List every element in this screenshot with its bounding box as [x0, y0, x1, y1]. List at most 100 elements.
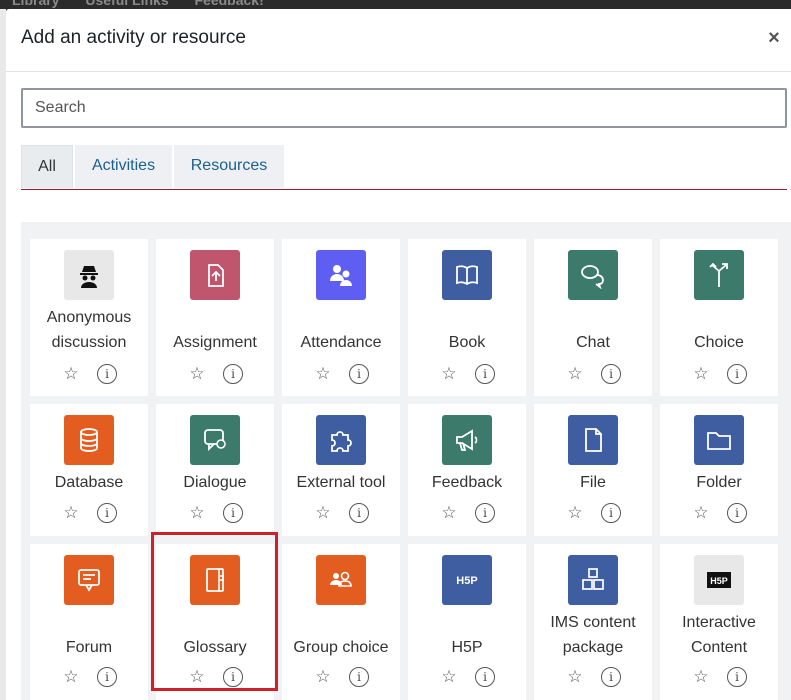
star-icon[interactable]: ☆ — [60, 363, 82, 385]
tile-label: Choice — [694, 334, 744, 351]
modal-title: Add an activity or resource — [21, 27, 246, 48]
activity-grid: Anonymous discussion ☆ i Assignment ☆ i … — [21, 222, 791, 700]
star-icon[interactable]: ☆ — [564, 502, 586, 524]
close-button[interactable]: × — [763, 25, 785, 51]
tile-label: Dialogue — [183, 474, 247, 491]
tile-attendance[interactable]: Attendance ☆ i — [282, 239, 400, 396]
tile-interactive-content[interactable]: H5P Interactive Content ☆ i — [660, 544, 778, 700]
package-icon — [568, 555, 618, 605]
tile-label: H5P — [451, 639, 483, 656]
tile-file[interactable]: File ☆ i — [534, 404, 652, 536]
tile-label: Book — [448, 334, 486, 351]
tile-ims-content-package[interactable]: IMS content package ☆ i — [534, 544, 652, 700]
tile-external-tool[interactable]: External tool ☆ i — [282, 404, 400, 536]
signpost-icon — [694, 250, 744, 300]
star-icon[interactable]: ☆ — [186, 502, 208, 524]
tab-resources[interactable]: Resources — [174, 145, 284, 188]
tile-label: Folder — [696, 474, 742, 491]
star-icon[interactable]: ☆ — [438, 363, 460, 385]
info-icon[interactable]: i — [223, 503, 243, 523]
tile-label-line1: Interactive — [682, 614, 756, 631]
tile-label: Database — [54, 474, 124, 491]
info-icon[interactable]: i — [601, 503, 621, 523]
tile-group-choice[interactable]: Group choice ☆ i — [282, 544, 400, 700]
tile-label: Forum — [65, 639, 113, 656]
tile-choice[interactable]: Choice ☆ i — [660, 239, 778, 396]
tile-folder[interactable]: Folder ☆ i — [660, 404, 778, 536]
info-icon[interactable]: i — [601, 364, 621, 384]
folder-icon — [694, 415, 744, 465]
nav-feedback: Feedback! — [194, 0, 264, 8]
tile-label: External tool — [296, 474, 386, 491]
modal-header: Add an activity or resource × — [6, 9, 791, 72]
tab-all[interactable]: All — [21, 145, 73, 188]
book-icon — [442, 250, 492, 300]
database-icon — [64, 415, 114, 465]
info-icon[interactable]: i — [727, 667, 747, 687]
tile-h5p[interactable]: H5P H5P ☆ i — [408, 544, 526, 700]
people-icon — [316, 250, 366, 300]
group-icon — [316, 555, 366, 605]
tile-forum[interactable]: Forum ☆ i — [30, 544, 148, 700]
info-icon[interactable]: i — [349, 364, 369, 384]
tile-feedback[interactable]: Feedback ☆ i — [408, 404, 526, 536]
h5p-dark-icon: H5P — [694, 555, 744, 605]
info-icon[interactable]: i — [349, 667, 369, 687]
info-icon[interactable]: i — [349, 503, 369, 523]
info-icon[interactable]: i — [475, 364, 495, 384]
tile-label: Group choice — [293, 639, 389, 656]
info-icon[interactable]: i — [97, 503, 117, 523]
glossary-highlight-box — [151, 532, 278, 691]
search-input[interactable] — [21, 88, 787, 128]
tile-label-line2: Content — [690, 639, 748, 656]
tile-label: Attendance — [300, 334, 382, 351]
tile-label-line2: package — [562, 639, 624, 656]
tile-assignment[interactable]: Assignment ☆ i — [156, 239, 274, 396]
star-icon[interactable]: ☆ — [60, 502, 82, 524]
info-icon[interactable]: i — [475, 667, 495, 687]
tab-activities[interactable]: Activities — [75, 145, 172, 188]
spy-icon — [64, 250, 114, 300]
tile-label-line2: discussion — [51, 334, 127, 351]
tile-database[interactable]: Database ☆ i — [30, 404, 148, 536]
info-icon[interactable]: i — [475, 503, 495, 523]
star-icon[interactable]: ☆ — [60, 666, 82, 688]
star-icon[interactable]: ☆ — [564, 666, 586, 688]
star-icon[interactable]: ☆ — [438, 666, 460, 688]
info-icon[interactable]: i — [601, 667, 621, 687]
dialogue-icon — [190, 415, 240, 465]
tile-label: Feedback — [431, 474, 503, 491]
star-icon[interactable]: ☆ — [312, 363, 334, 385]
activity-chooser-modal: Add an activity or resource × All Activi… — [6, 9, 791, 700]
tile-book[interactable]: Book ☆ i — [408, 239, 526, 396]
search-container — [21, 88, 787, 128]
tile-anonymous-discussion[interactable]: Anonymous discussion ☆ i — [30, 239, 148, 396]
tile-label-line1: Anonymous — [46, 309, 132, 326]
background-nav-items: Library Useful Links Feedback! — [12, 0, 286, 8]
info-icon[interactable]: i — [727, 503, 747, 523]
h5p-icon: H5P — [442, 555, 492, 605]
star-icon[interactable]: ☆ — [564, 363, 586, 385]
star-icon[interactable]: ☆ — [312, 502, 334, 524]
info-icon[interactable]: i — [727, 364, 747, 384]
star-icon[interactable]: ☆ — [186, 363, 208, 385]
star-icon[interactable]: ☆ — [312, 666, 334, 688]
puzzle-icon — [316, 415, 366, 465]
background-navbar: Library Useful Links Feedback! — [0, 0, 791, 9]
star-icon[interactable]: ☆ — [690, 363, 712, 385]
svg-text:H5P: H5P — [710, 576, 728, 586]
svg-text:H5P: H5P — [456, 575, 477, 587]
star-icon[interactable]: ☆ — [690, 666, 712, 688]
star-icon[interactable]: ☆ — [438, 502, 460, 524]
info-icon[interactable]: i — [223, 364, 243, 384]
tile-chat[interactable]: Chat ☆ i — [534, 239, 652, 396]
info-icon[interactable]: i — [97, 667, 117, 687]
tab-bar: All Activities Resources — [21, 145, 787, 190]
info-icon[interactable]: i — [97, 364, 117, 384]
star-icon[interactable]: ☆ — [690, 502, 712, 524]
tile-dialogue[interactable]: Dialogue ☆ i — [156, 404, 274, 536]
nav-library: Library — [12, 0, 60, 8]
tile-label: Chat — [576, 334, 610, 351]
megaphone-icon — [442, 415, 492, 465]
upload-icon — [190, 250, 240, 300]
